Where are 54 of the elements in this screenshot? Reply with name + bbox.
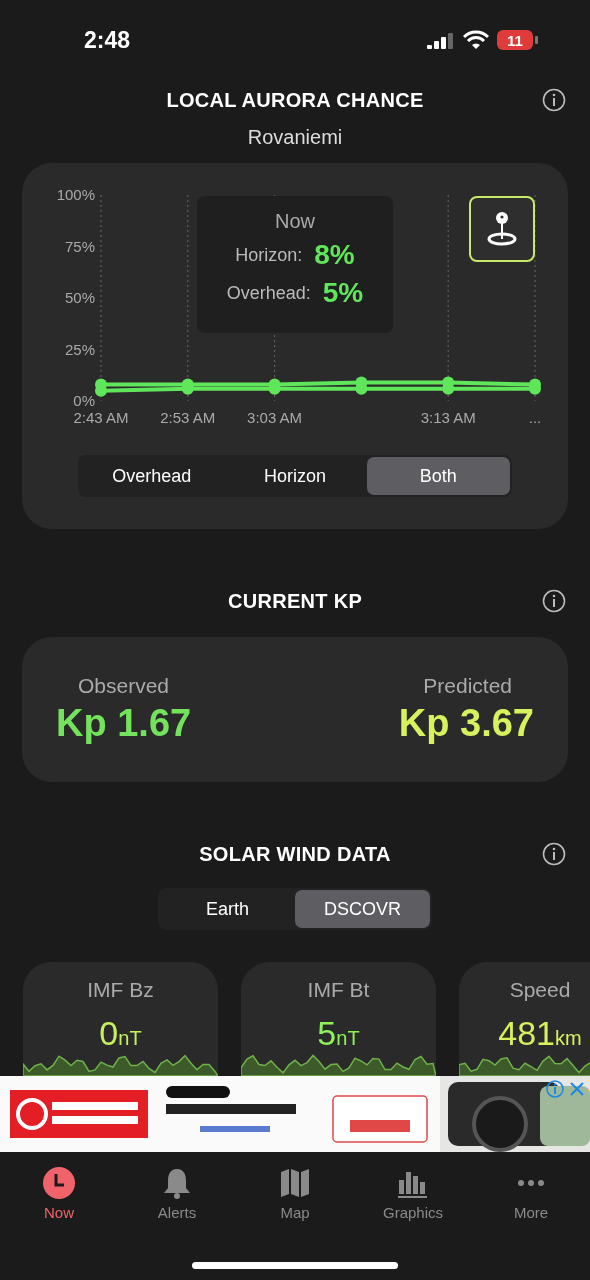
location-pin-button[interactable] bbox=[469, 196, 535, 262]
location-name: Rovaniemi bbox=[247, 126, 343, 148]
info-icon[interactable] bbox=[542, 842, 566, 866]
tab-bar-item[interactable]: More bbox=[481, 1166, 581, 1262]
chart-mode-tab[interactable]: Horizon bbox=[223, 457, 367, 495]
section-title: CURRENT KP bbox=[227, 589, 363, 613]
y-tick-label: 50% bbox=[64, 289, 95, 306]
data-point bbox=[95, 384, 107, 397]
data-point bbox=[355, 382, 368, 395]
metric-title: Speed bbox=[509, 978, 571, 1002]
source-tab[interactable]: Earth bbox=[160, 890, 295, 928]
x-tick-label: 3:03 AM bbox=[247, 409, 303, 426]
tab-bar-item[interactable]: Graphics bbox=[363, 1166, 463, 1262]
x-tick-label: 3:13 AM bbox=[420, 409, 476, 426]
pin-icon bbox=[486, 211, 518, 247]
data-point bbox=[442, 382, 455, 395]
info-icon[interactable] bbox=[542, 88, 566, 112]
signal-icon bbox=[427, 31, 455, 49]
kp-value: Kp 1.67 bbox=[56, 702, 192, 745]
y-tick-label: 0% bbox=[73, 392, 95, 409]
kp-label: Predicted bbox=[422, 674, 513, 698]
x-tick-label: ... bbox=[528, 409, 542, 426]
metric-title: IMF Bz bbox=[87, 978, 154, 1002]
tooltip-value: 8% bbox=[314, 239, 355, 271]
tab-bar-item[interactable]: Now bbox=[9, 1166, 109, 1262]
tooltip-label: Overhead: bbox=[226, 282, 311, 304]
status-time: 2:48 bbox=[84, 26, 131, 54]
x-tick-label: 2:43 AM bbox=[73, 409, 129, 426]
info-icon[interactable] bbox=[542, 589, 566, 613]
kp-value: Kp 3.67 bbox=[398, 702, 534, 745]
metric-title: IMF Bt bbox=[307, 978, 370, 1002]
x-tick-label: 2:53 AM bbox=[160, 409, 216, 426]
tooltip-label: Horizon: bbox=[235, 244, 303, 266]
info-icon[interactable] bbox=[546, 1080, 564, 1098]
chart-mode-tab[interactable]: Both bbox=[366, 457, 510, 495]
tooltip-value: 5% bbox=[322, 277, 364, 309]
y-tick-label: 25% bbox=[64, 340, 95, 358]
tooltip-heading: Now bbox=[275, 210, 315, 233]
metric-value: 481km bbox=[498, 1014, 582, 1053]
tab-bar-item[interactable]: Map bbox=[245, 1166, 345, 1262]
section-title: SOLAR WIND DATA bbox=[199, 842, 391, 866]
metric-value: 0nT bbox=[99, 1014, 142, 1053]
clock-icon bbox=[42, 1166, 76, 1200]
map-icon bbox=[278, 1166, 312, 1200]
section-title: LOCAL AURORA CHANCE bbox=[166, 88, 424, 112]
y-tick-label: 75% bbox=[64, 237, 95, 255]
metric-value: 5nT bbox=[317, 1014, 360, 1053]
chart-mode-tab[interactable]: Overhead bbox=[80, 457, 224, 495]
kp-label: Observed bbox=[77, 674, 171, 698]
source-tab[interactable]: DSCOVR bbox=[295, 890, 430, 928]
battery-level: 11 bbox=[507, 31, 523, 49]
tab-bar-item[interactable]: Alerts bbox=[127, 1166, 227, 1262]
wifi-icon bbox=[463, 30, 489, 50]
y-tick-label: 100% bbox=[56, 186, 95, 203]
